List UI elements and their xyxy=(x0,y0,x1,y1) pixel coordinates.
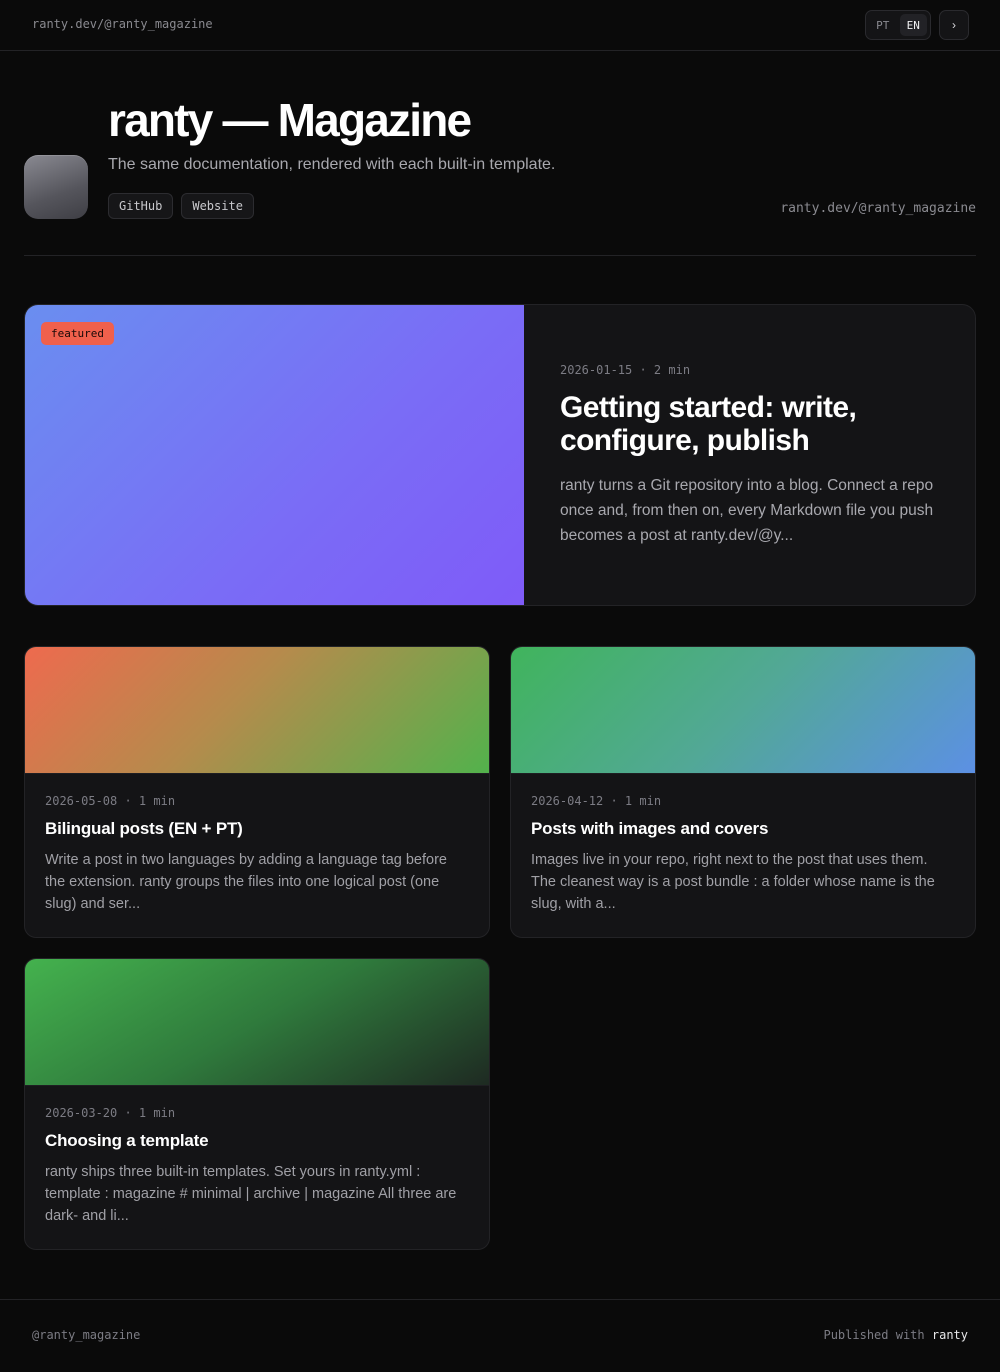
top-bar: ranty.dev/@ranty_magazine PT EN › xyxy=(0,0,1000,51)
ranty-link[interactable]: ranty xyxy=(932,1328,968,1342)
post-meta: 2026-04-12 · 1 min xyxy=(531,794,662,808)
featured-post-meta: 2026-01-15 · 2 min xyxy=(560,363,691,377)
post-cover xyxy=(511,647,975,774)
post-excerpt: ranty ships three built-in templates. Se… xyxy=(45,1164,457,1224)
post-meta: 2026-05-08 · 1 min xyxy=(45,794,176,808)
page-title: ranty — Magazine xyxy=(108,94,472,146)
footer-published-with: Published with ranty xyxy=(823,1328,968,1342)
language-option-pt[interactable]: PT xyxy=(869,14,897,36)
post-card[interactable]: 2026-04-12 · 1 min Posts with images and… xyxy=(510,646,976,938)
footer: @ranty_magazine Published with ranty xyxy=(0,1299,1000,1372)
post-title[interactable]: Bilingual posts (EN + PT) xyxy=(45,819,469,839)
post-excerpt: Images live in your repo, right next to … xyxy=(531,852,935,912)
featured-post-cover: featured xyxy=(25,305,524,605)
post-title[interactable]: Posts with images and covers xyxy=(531,819,955,839)
chevron-right-icon: › xyxy=(952,18,956,32)
divider xyxy=(24,255,976,256)
post-excerpt: Write a post in two languages by adding … xyxy=(45,852,447,912)
post-cover xyxy=(25,647,489,774)
post-meta: 2026-03-20 · 1 min xyxy=(45,1106,176,1120)
featured-post-title[interactable]: Getting started: write, configure, publi… xyxy=(560,391,940,457)
avatar xyxy=(24,155,88,219)
featured-post-card[interactable]: featured 2026-01-15 · 2 min Getting star… xyxy=(24,304,976,606)
language-switcher: PT EN xyxy=(865,10,931,40)
website-link[interactable]: Website xyxy=(181,193,254,219)
language-option-en[interactable]: EN xyxy=(899,14,927,36)
theme-toggle-button[interactable]: › xyxy=(939,10,969,40)
footer-handle-link[interactable]: @ranty_magazine xyxy=(32,1328,140,1342)
profile-links: GitHub Website xyxy=(108,193,254,219)
post-card[interactable]: 2026-05-08 · 1 min Bilingual posts (EN +… xyxy=(24,646,490,938)
post-card[interactable]: 2026-03-20 · 1 min Choosing a template r… xyxy=(24,958,490,1250)
profile-handle: ranty.dev/@ranty_magazine xyxy=(780,201,976,216)
page-subtitle: The same documentation, rendered with ea… xyxy=(108,156,556,173)
post-cover xyxy=(25,959,489,1086)
github-link[interactable]: GitHub xyxy=(108,193,174,219)
post-title[interactable]: Choosing a template xyxy=(45,1131,469,1151)
featured-badge: featured xyxy=(41,322,114,345)
featured-post-excerpt: ranty turns a Git repository into a blog… xyxy=(560,477,934,544)
published-with-label: Published with xyxy=(823,1328,925,1342)
site-brand-link[interactable]: ranty.dev/@ranty_magazine xyxy=(32,17,213,31)
